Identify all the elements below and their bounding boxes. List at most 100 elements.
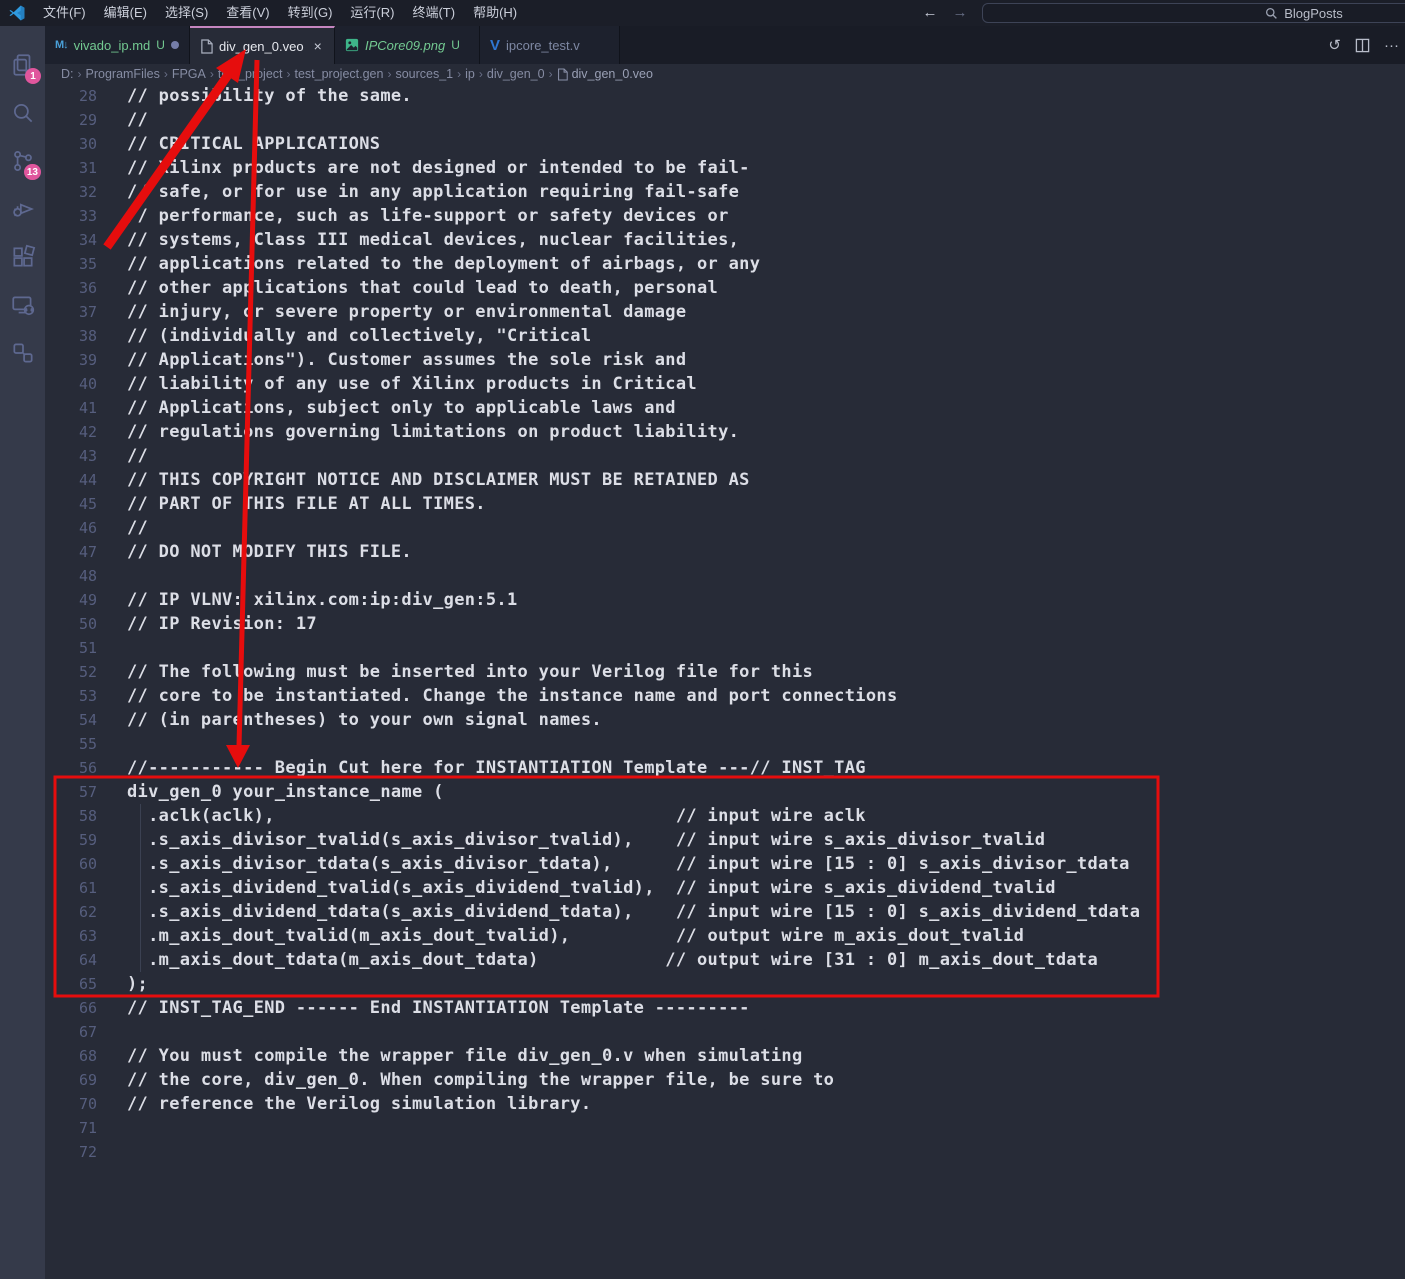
code-line-row[interactable]: 67 xyxy=(45,1020,1405,1044)
code-line-row[interactable]: 30 // CRITICAL APPLICATIONS xyxy=(45,132,1405,156)
line-number: 41 xyxy=(45,396,97,420)
code-text: .m_axis_dout_tvalid(m_axis_dout_tvalid),… xyxy=(127,924,1024,948)
code-line-row[interactable]: 63 .m_axis_dout_tvalid(m_axis_dout_tvali… xyxy=(45,924,1405,948)
menu-help[interactable]: 帮助(H) xyxy=(464,0,526,26)
code-line-row[interactable]: 32 // safe, or for use in any applicatio… xyxy=(45,180,1405,204)
code-line-row[interactable]: 51 xyxy=(45,636,1405,660)
menu-bar: 文件(F) 编辑(E) 选择(S) 查看(V) 转到(G) 运行(R) 终端(T… xyxy=(34,0,526,26)
code-line-row[interactable]: 64 .m_axis_dout_tdata(m_axis_dout_tdata)… xyxy=(45,948,1405,972)
code-line-row[interactable]: 70 // reference the Verilog simulation l… xyxy=(45,1092,1405,1116)
sidebar-item-source-control[interactable]: 13 xyxy=(0,138,45,184)
code-line-row[interactable]: 54 // (in parentheses) to your own signa… xyxy=(45,708,1405,732)
code-line-row[interactable]: 72 xyxy=(45,1140,1405,1164)
code-line-row[interactable]: 28 // possibility of the same. xyxy=(45,84,1405,108)
code-text: // xyxy=(127,108,148,132)
menu-go[interactable]: 转到(G) xyxy=(279,0,342,26)
breadcrumb-item[interactable]: FPGA xyxy=(172,67,206,81)
code-line-row[interactable]: 61 .s_axis_dividend_tvalid(s_axis_divide… xyxy=(45,876,1405,900)
code-line-row[interactable]: 41 // Applications, subject only to appl… xyxy=(45,396,1405,420)
code-editor[interactable]: 28 // possibility of the same. 29 // 30 … xyxy=(45,84,1405,1164)
code-line-row[interactable]: 52 // The following must be inserted int… xyxy=(45,660,1405,684)
code-line-row[interactable]: 50 // IP Revision: 17 xyxy=(45,612,1405,636)
line-number: 28 xyxy=(45,84,97,108)
code-line-row[interactable]: 59 .s_axis_divisor_tvalid(s_axis_divisor… xyxy=(45,828,1405,852)
menu-terminal[interactable]: 终端(T) xyxy=(403,0,464,26)
code-line-row[interactable]: 71 xyxy=(45,1116,1405,1140)
line-number: 51 xyxy=(45,636,97,660)
code-line-row[interactable]: 58 .aclk(aclk), // input wire aclk xyxy=(45,804,1405,828)
timeline-icon[interactable]: ↺ xyxy=(1328,36,1341,54)
code-text: // the core, div_gen_0. When compiling t… xyxy=(127,1068,834,1092)
breadcrumb-item[interactable]: test_project xyxy=(218,67,283,81)
code-line-row[interactable]: 49 // IP VLNV: xilinx.com:ip:div_gen:5.1 xyxy=(45,588,1405,612)
line-number: 63 xyxy=(45,924,97,948)
code-line-row[interactable]: 62 .s_axis_dividend_tdata(s_axis_dividen… xyxy=(45,900,1405,924)
code-line-row[interactable]: 40 // liability of any use of Xilinx pro… xyxy=(45,372,1405,396)
code-line-row[interactable]: 48 xyxy=(45,564,1405,588)
menu-run[interactable]: 运行(R) xyxy=(341,0,403,26)
code-line-row[interactable]: 37 // injury, or severe property or envi… xyxy=(45,300,1405,324)
more-actions-icon[interactable]: ··· xyxy=(1384,37,1399,54)
tab-vivado-ip-md[interactable]: M↓ vivado_ip.md U xyxy=(45,26,190,64)
sidebar-item-extensions[interactable] xyxy=(0,234,45,280)
code-line-row[interactable]: 46 // xyxy=(45,516,1405,540)
tab-ipcore-test-v[interactable]: V ipcore_test.v xyxy=(480,26,620,64)
code-line-row[interactable]: 55 xyxy=(45,732,1405,756)
code-line-row[interactable]: 44 // THIS COPYRIGHT NOTICE AND DISCLAIM… xyxy=(45,468,1405,492)
breadcrumb-item[interactable]: ip xyxy=(465,67,475,81)
breadcrumb-item[interactable]: test_project.gen xyxy=(295,67,384,81)
code-line-row[interactable]: 39 // Applications"). Customer assumes t… xyxy=(45,348,1405,372)
code-text: .s_axis_dividend_tvalid(s_axis_dividend_… xyxy=(127,876,1056,900)
menu-file[interactable]: 文件(F) xyxy=(34,0,95,26)
command-center-search[interactable]: BlogPosts xyxy=(982,3,1405,23)
code-line-row[interactable]: 38 // (individually and collectively, "C… xyxy=(45,324,1405,348)
nav-back-icon[interactable]: ← xyxy=(918,0,942,26)
menu-edit[interactable]: 编辑(E) xyxy=(95,0,156,26)
line-number: 58 xyxy=(45,804,97,828)
breadcrumb-item[interactable]: D: xyxy=(61,67,74,81)
source-control-badge: 13 xyxy=(24,164,41,180)
sidebar-item-remote-explorer[interactable] xyxy=(0,282,45,328)
code-line-row[interactable]: 65 ); xyxy=(45,972,1405,996)
line-number: 31 xyxy=(45,156,97,180)
code-line-row[interactable]: 53 // core to be instantiated. Change th… xyxy=(45,684,1405,708)
code-line-row[interactable]: 66 // INST_TAG_END ------ End INSTANTIAT… xyxy=(45,996,1405,1020)
sidebar-item-search[interactable] xyxy=(0,90,45,136)
code-line-row[interactable]: 29 // xyxy=(45,108,1405,132)
sidebar-item-run-debug[interactable] xyxy=(0,186,45,232)
close-icon[interactable]: × xyxy=(314,38,322,54)
menu-selection[interactable]: 选择(S) xyxy=(156,0,217,26)
code-line-row[interactable]: 45 // PART OF THIS FILE AT ALL TIMES. xyxy=(45,492,1405,516)
code-line-row[interactable]: 42 // regulations governing limitations … xyxy=(45,420,1405,444)
sidebar-item-hierarchy[interactable] xyxy=(0,330,45,376)
tab-ipcore09-png[interactable]: IPCore09.png U xyxy=(335,26,480,64)
code-line-row[interactable]: 31 // Xilinx products are not designed o… xyxy=(45,156,1405,180)
code-line-row[interactable]: 47 // DO NOT MODIFY THIS FILE. xyxy=(45,540,1405,564)
code-text: .s_axis_dividend_tdata(s_axis_dividend_t… xyxy=(127,900,1140,924)
breadcrumb-file[interactable]: div_gen_0.veo xyxy=(557,67,653,81)
nav-forward-icon[interactable]: → xyxy=(948,0,972,26)
breadcrumb-item[interactable]: div_gen_0 xyxy=(487,67,545,81)
code-line-row[interactable]: 33 // performance, such as life-support … xyxy=(45,204,1405,228)
code-line-row[interactable]: 60 .s_axis_divisor_tdata(s_axis_divisor_… xyxy=(45,852,1405,876)
menu-view[interactable]: 查看(V) xyxy=(217,0,278,26)
split-editor-icon[interactable] xyxy=(1355,38,1370,53)
remote-explorer-icon xyxy=(10,292,36,318)
breadcrumb-item[interactable]: ProgramFiles xyxy=(86,67,160,81)
code-line-row[interactable]: 35 // applications related to the deploy… xyxy=(45,252,1405,276)
line-number: 72 xyxy=(45,1140,97,1164)
code-line-row[interactable]: 57 div_gen_0 your_instance_name ( xyxy=(45,780,1405,804)
code-line-row[interactable]: 56 //----------- Begin Cut here for INST… xyxy=(45,756,1405,780)
code-line-row[interactable]: 69 // the core, div_gen_0. When compilin… xyxy=(45,1068,1405,1092)
editor-actions: ↺ ··· xyxy=(1328,26,1399,64)
code-line-row[interactable]: 68 // You must compile the wrapper file … xyxy=(45,1044,1405,1068)
code-line-row[interactable]: 36 // other applications that could lead… xyxy=(45,276,1405,300)
line-number: 60 xyxy=(45,852,97,876)
breadcrumb-item[interactable]: sources_1 xyxy=(395,67,453,81)
search-label: BlogPosts xyxy=(1284,6,1343,21)
tab-div-gen-0-veo[interactable]: div_gen_0.veo × xyxy=(190,26,335,64)
code-line-row[interactable]: 34 // systems, Class III medical devices… xyxy=(45,228,1405,252)
code-text: // (individually and collectively, "Crit… xyxy=(127,324,591,348)
sidebar-item-explorer[interactable]: 1 xyxy=(0,42,45,88)
code-line-row[interactable]: 43 // xyxy=(45,444,1405,468)
